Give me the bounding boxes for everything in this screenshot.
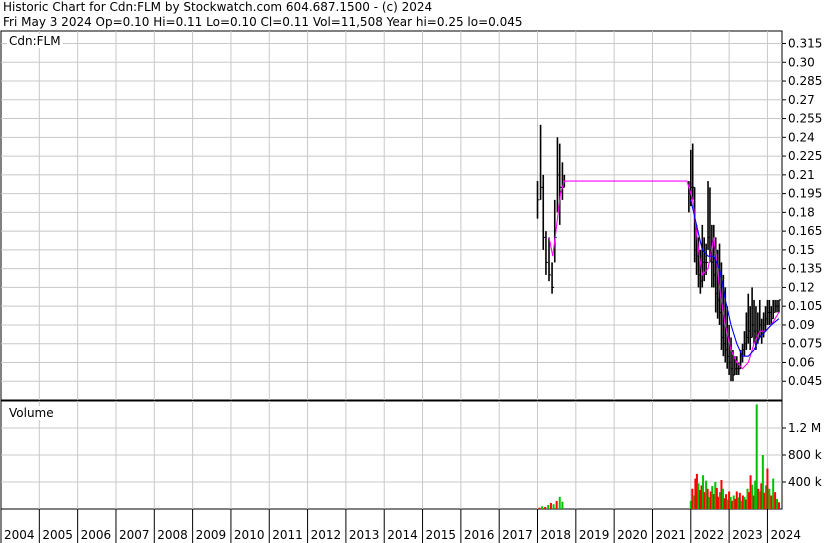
volume-bar xyxy=(549,502,552,509)
price-y-tick-label: 0.12 xyxy=(788,280,815,294)
x-tick-label: 2016 xyxy=(464,528,495,542)
price-y-tick-label: 0.315 xyxy=(788,37,822,51)
volume-bar xyxy=(766,468,769,509)
x-tick-label: 2012 xyxy=(311,528,342,542)
volume-bar xyxy=(538,507,541,509)
price-y-tick-label: 0.27 xyxy=(788,93,815,107)
price-y-tick-label: 0.30 xyxy=(788,55,815,69)
volume-panel-label: Volume xyxy=(7,406,56,420)
volume-y-tick-label: 800 k xyxy=(788,448,822,462)
x-tick-label: 2007 xyxy=(119,528,150,542)
price-y-tick-label: 0.045 xyxy=(788,374,822,388)
x-tick-label: 2013 xyxy=(349,528,380,542)
volume-bar xyxy=(774,492,777,509)
x-tick-label: 2022 xyxy=(694,528,725,542)
price-y-tick-label: 0.18 xyxy=(788,205,815,219)
x-tick-label: 2004 xyxy=(4,528,35,542)
volume-bar xyxy=(561,501,564,509)
x-tick-label: 2008 xyxy=(157,528,188,542)
x-tick-label: 2011 xyxy=(272,528,303,542)
volume-bar xyxy=(777,502,780,509)
volume-y-tick-label: 400 k xyxy=(788,475,822,489)
x-tick-label: 2006 xyxy=(81,528,112,542)
x-tick-label: 2014 xyxy=(387,528,418,542)
x-tick-label: 2018 xyxy=(541,528,572,542)
x-tick-label: 2010 xyxy=(234,528,265,542)
volume-bar xyxy=(555,500,558,509)
volume-bar xyxy=(552,504,555,509)
price-y-tick-label: 0.255 xyxy=(788,112,822,126)
price-panel-frame xyxy=(0,30,783,401)
price-panel-label: Cdn:FLM xyxy=(7,34,63,48)
volume-bar xyxy=(541,506,544,509)
volume-bar xyxy=(776,498,779,509)
volume-bar xyxy=(544,506,547,509)
x-tick-label: 2017 xyxy=(502,528,533,542)
x-tick-label: 2024 xyxy=(770,528,801,542)
volume-bar xyxy=(558,496,561,509)
x-tick-label: 2023 xyxy=(732,528,763,542)
price-y-tick-label: 0.06 xyxy=(788,355,815,369)
x-tick-label: 2019 xyxy=(579,528,610,542)
price-y-tick-label: 0.225 xyxy=(788,149,822,163)
volume-y-tick-label: 1.2 M xyxy=(788,421,821,435)
price-y-tick-label: 0.135 xyxy=(788,262,822,276)
price-y-tick-label: 0.075 xyxy=(788,337,822,351)
price-y-tick-label: 0.195 xyxy=(788,187,822,201)
x-tick-label: 2021 xyxy=(655,528,686,542)
price-y-tick-label: 0.105 xyxy=(788,299,822,313)
x-tick-label: 2015 xyxy=(426,528,457,542)
x-tick-label: 2020 xyxy=(617,528,648,542)
stock-chart: 2004 2005 2006 2007 2008 2009 2010 2011 2012 2013… xyxy=(0,30,822,543)
price-y-tick-label: 0.24 xyxy=(788,130,815,144)
price-y-tick-label: 0.15 xyxy=(788,243,815,257)
x-tick-label: 2009 xyxy=(196,528,227,542)
price-y-tick-label: 0.21 xyxy=(788,168,815,182)
chart-header-quote: Fri May 3 2024 Op=0.10 Hi=0.11 Lo=0.10 C… xyxy=(3,15,523,29)
volume-bar xyxy=(770,495,773,509)
volume-bar xyxy=(772,478,775,509)
price-y-tick-label: 0.165 xyxy=(788,224,822,238)
volume-bar xyxy=(547,504,550,509)
price-y-tick-label: 0.09 xyxy=(788,318,815,332)
price-y-tick-label: 0.285 xyxy=(788,74,822,88)
volume-bar xyxy=(768,488,771,509)
x-tick-label: 2005 xyxy=(42,528,73,542)
chart-header-title: Historic Chart for Cdn:FLM by Stockwatch… xyxy=(3,0,433,14)
